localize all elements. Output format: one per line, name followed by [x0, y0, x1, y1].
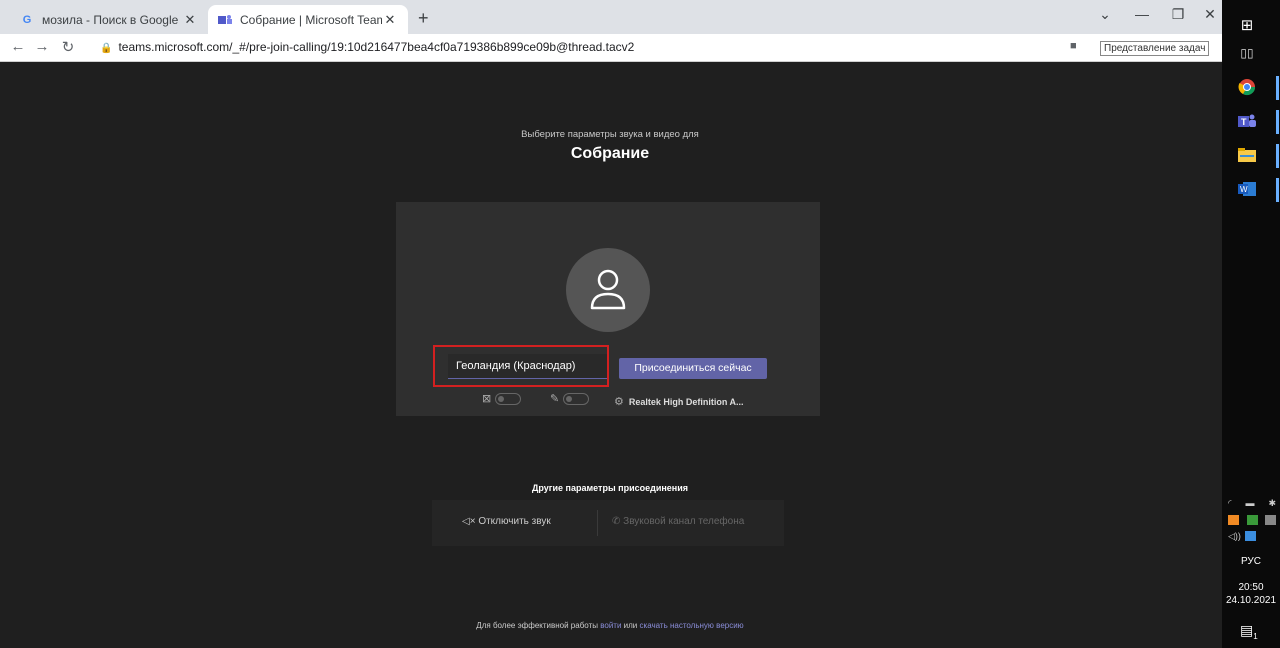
avatar	[566, 248, 650, 332]
camera-switch[interactable]	[495, 392, 522, 405]
url-text: teams.microsoft.com/_#/pre-join-calling/…	[118, 40, 635, 54]
app-tray-icon[interactable]	[1244, 531, 1256, 541]
tab-label: Собрание | Microsoft Teams	[240, 12, 382, 27]
phone-icon: ✆	[612, 516, 621, 527]
tab-label: мозила - Поиск в Google	[42, 12, 179, 27]
chrome-icon[interactable]	[1236, 76, 1258, 98]
mute-option-label: Отключить звук	[478, 516, 551, 527]
active-indicator	[1276, 144, 1279, 168]
prejoin-subtitle: Выберите параметры звука и видео для	[521, 129, 699, 140]
phone-audio-option[interactable]: ✆ Звуковой канал телефона	[612, 516, 744, 527]
mic-off-icon: ✎	[550, 393, 560, 405]
person-icon	[590, 269, 626, 310]
divider	[597, 510, 598, 536]
gear-icon: ⚙	[614, 396, 624, 408]
footer-text: Для более эффективной работы войти или с…	[4, 621, 1216, 630]
tab-teams-meeting[interactable]: Собрание | Microsoft Teams ✕	[208, 5, 408, 34]
highlight-box	[433, 345, 609, 387]
other-options-title: Другие параметры присоединения	[531, 483, 689, 493]
back-icon[interactable]: ←	[8, 38, 28, 55]
windows-start-icon[interactable]: ⊞	[1236, 14, 1258, 36]
active-indicator	[1276, 178, 1279, 202]
windows-taskbar: ⊞ ▯▯ T W ◜ ▬ ✱ ◁)) РУС 20:50 24.10.2021 …	[1222, 0, 1280, 648]
footer-or: или	[623, 621, 638, 630]
google-icon: G	[22, 13, 32, 26]
address-toolbar: ← → ↻ 🔒 teams.microsoft.com/_#/pre-join-c…	[0, 34, 1222, 62]
footer-prefix: Для более эффективной работы	[476, 621, 598, 630]
tooltip: Представление задач	[1100, 41, 1210, 56]
wifi-icon[interactable]: ◜	[1228, 498, 1232, 509]
login-link[interactable]: войти	[600, 621, 621, 630]
word-icon[interactable]: W	[1236, 178, 1258, 200]
video-preview: Геоландия (Краснодар) Присоединиться сей…	[396, 202, 820, 416]
other-options-panel: ◁× Отключить звук ✆ Звуковой канал телеф…	[432, 500, 784, 546]
browser-window: G мозила - Поиск в Google ✕ Собрание | M…	[0, 0, 1222, 648]
tab-search-icon[interactable]: ⌄	[1085, 6, 1125, 23]
new-tab-button[interactable]: +	[418, 8, 429, 29]
meeting-title: Собрание	[570, 145, 650, 162]
mic-switch[interactable]	[563, 392, 590, 405]
svg-text:T: T	[1241, 117, 1247, 127]
close-tab-icon[interactable]: ✕	[182, 12, 198, 28]
task-view-icon[interactable]: ▯▯	[1236, 42, 1258, 64]
forward-icon[interactable]: →	[32, 38, 52, 55]
app-tray-icon[interactable]	[1265, 515, 1276, 525]
join-now-button[interactable]: Присоединиться сейчас	[619, 358, 767, 379]
tab-strip: G мозила - Поиск в Google ✕ Собрание | M…	[0, 0, 1222, 34]
mute-audio-option[interactable]: ◁× Отключить звук	[462, 516, 551, 527]
camera-off-icon: ⊠	[482, 393, 492, 405]
mic-toggle[interactable]: ✎	[550, 392, 590, 405]
bluetooth-icon[interactable]: ✱	[1268, 498, 1276, 509]
camera-toggle[interactable]: ⊠	[482, 392, 522, 405]
tab-google-search[interactable]: G мозила - Поиск в Google ✕	[10, 5, 208, 34]
language-indicator[interactable]: РУС	[1222, 556, 1280, 567]
battery-icon[interactable]: ▬	[1245, 498, 1254, 509]
app-tray-icon[interactable]	[1228, 515, 1239, 525]
reload-icon[interactable]: ↻	[58, 38, 78, 56]
svg-text:W: W	[1240, 185, 1248, 194]
notification-count: 1	[1253, 631, 1258, 641]
device-label: Realtek High Definition A...	[628, 397, 744, 407]
phone-option-label: Звуковой канал телефона	[623, 516, 745, 527]
teams-prejoin-page: Выберите параметры звука и видео для Соб…	[4, 63, 1216, 648]
close-tab-icon[interactable]: ✕	[382, 12, 398, 28]
minimize-button[interactable]: —	[1122, 6, 1162, 22]
camera-icon[interactable]: ■	[1070, 40, 1077, 52]
volume-icon[interactable]: ◁))	[1228, 531, 1241, 542]
system-tray: ◜ ▬ ✱ ◁))	[1228, 498, 1276, 548]
notification-center-icon[interactable]: ▤1	[1240, 622, 1258, 641]
clock-date[interactable]: 24.10.2021	[1222, 595, 1280, 606]
teams-icon	[218, 13, 232, 27]
clock-time[interactable]: 20:50	[1222, 582, 1280, 593]
speaker-off-icon: ◁×	[462, 516, 476, 527]
app-tray-icon[interactable]	[1246, 515, 1258, 525]
address-bar[interactable]: 🔒 teams.microsoft.com/_#/pre-join-calling…	[100, 40, 634, 54]
file-explorer-icon[interactable]	[1236, 144, 1258, 166]
lock-icon: 🔒	[100, 43, 113, 54]
active-indicator	[1276, 76, 1279, 100]
device-settings[interactable]: ⚙ Realtek High Definition A...	[614, 395, 744, 408]
teams-icon[interactable]: T	[1236, 110, 1258, 132]
active-indicator	[1276, 110, 1279, 134]
download-desktop-link[interactable]: скачать настольную версию	[640, 621, 744, 630]
